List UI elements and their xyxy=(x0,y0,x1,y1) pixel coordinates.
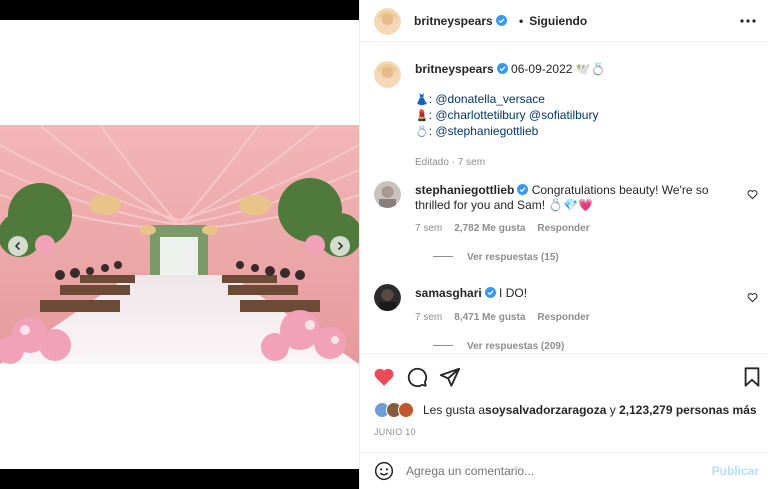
comment-actions: 7 sem 8,471 Me gusta Responder xyxy=(415,312,602,323)
post-media xyxy=(0,0,359,489)
caption-username[interactable]: britneyspears xyxy=(415,62,494,76)
commenter-username[interactable]: stephaniegottlieb xyxy=(415,183,514,197)
carousel-next-button[interactable] xyxy=(330,236,350,256)
replies-line xyxy=(433,256,453,257)
comment-input[interactable] xyxy=(406,464,686,478)
media-letterbox-bottom xyxy=(0,469,359,489)
caption-meta: Editado · 7 sem xyxy=(415,157,486,168)
dress-emoji: 👗 xyxy=(415,94,429,106)
share-icon[interactable] xyxy=(439,366,461,388)
comment-likes[interactable]: 8,471 Me gusta xyxy=(454,312,525,323)
save-icon[interactable] xyxy=(741,366,763,388)
author-username[interactable]: britneyspears xyxy=(414,14,507,28)
post-photo[interactable] xyxy=(0,125,359,364)
likes-count[interactable]: 2,123,279 personas más xyxy=(619,403,756,417)
comment-body: stephaniegottlieb Congratulations beauty… xyxy=(415,183,725,213)
caption-mention[interactable]: : @charlottetilbury @sofiatilbury xyxy=(429,108,599,122)
post-actions: Les gusta a soysalvadorzaragoza y 2,123,… xyxy=(360,353,768,489)
author-avatar[interactable] xyxy=(374,8,401,35)
caption-avatar[interactable] xyxy=(374,61,401,88)
liker-username[interactable]: soysalvadorzaragoza xyxy=(485,403,606,417)
commenter-avatar[interactable] xyxy=(374,181,401,208)
chevron-right-icon xyxy=(337,241,344,251)
carousel-prev-button[interactable] xyxy=(8,236,28,256)
comment-time[interactable]: 7 sem xyxy=(415,223,442,234)
comment-time[interactable]: 7 sem xyxy=(415,312,442,323)
ring-emoji: 💍 xyxy=(415,126,429,138)
comment-likes[interactable]: 2,782 Me gusta xyxy=(454,223,525,234)
comment-item: samasghari I DO! 7 sem 8,471 Me gusta Resp… xyxy=(374,284,764,352)
verified-icon xyxy=(495,15,507,26)
add-comment-bar: Publicar xyxy=(360,452,768,489)
publish-button[interactable]: Publicar xyxy=(712,464,759,478)
comment-body: samasghari I DO! xyxy=(415,286,725,301)
post-sidebar: britneyspears • Siguiendo britneyspears 0… xyxy=(359,0,768,489)
heart-icon[interactable] xyxy=(373,366,395,388)
more-icon[interactable] xyxy=(739,12,757,30)
post-header: britneyspears • Siguiendo xyxy=(360,0,768,42)
commenter-username[interactable]: samasghari xyxy=(415,286,482,300)
author-username-text[interactable]: britneyspears xyxy=(414,14,493,28)
smile-icon[interactable] xyxy=(374,461,394,481)
liker-avatars[interactable] xyxy=(374,402,420,418)
verified-icon xyxy=(484,287,496,298)
reply-button[interactable]: Responder xyxy=(537,312,589,323)
view-replies-button[interactable]: Ver respuestas (15) xyxy=(433,252,559,263)
comment-icon[interactable] xyxy=(406,366,428,388)
reply-button[interactable]: Responder xyxy=(537,223,589,234)
post-date[interactable]: JUNIO 10 xyxy=(374,427,416,437)
chevron-left-icon xyxy=(14,241,21,251)
caption-line: 💍: @stephaniegottlieb xyxy=(415,124,755,140)
comment-text: I DO! xyxy=(499,286,528,300)
comment-item: stephaniegottlieb Congratulations beauty… xyxy=(374,181,764,271)
view-replies-label[interactable]: Ver respuestas (209) xyxy=(467,341,564,352)
caption-body: britneyspears 06-09-2022 🕊️💍 👗: @donatel… xyxy=(415,62,755,170)
follow-label[interactable]: Siguiendo xyxy=(529,14,587,28)
liker-avatar xyxy=(398,402,414,418)
replies-line xyxy=(433,345,453,346)
media-letterbox-top xyxy=(0,0,359,20)
caption-lines: 👗: @donatella_versace 💄: @charlottetilbu… xyxy=(415,92,755,140)
separator-dot: • xyxy=(519,14,524,28)
verified-icon xyxy=(496,63,508,74)
comment-like-icon[interactable] xyxy=(747,292,758,303)
view-replies-label[interactable]: Ver respuestas (15) xyxy=(467,252,559,263)
caption-line: 👗: @donatella_versace xyxy=(415,92,755,108)
verified-icon xyxy=(517,184,529,195)
caption-line: 💄: @charlottetilbury @sofiatilbury xyxy=(415,108,755,124)
comments-scroll[interactable]: britneyspears 06-09-2022 🕊️💍 👗: @donatel… xyxy=(360,43,768,352)
view-replies-button[interactable]: Ver respuestas (209) xyxy=(433,341,564,352)
caption-mention[interactable]: : @stephaniegottlieb xyxy=(429,124,539,138)
caption-date-text: 06-09-2022 🕊️💍 xyxy=(511,62,606,76)
follow-status[interactable]: • Siguiendo xyxy=(519,14,587,28)
comment-actions: 7 sem 2,782 Me gusta Responder xyxy=(415,223,602,234)
likes-prefix: Les gusta a xyxy=(423,403,486,417)
lipstick-emoji: 💄 xyxy=(415,110,429,122)
commenter-avatar[interactable] xyxy=(374,284,401,311)
comment-like-icon[interactable] xyxy=(747,189,758,200)
caption-mention[interactable]: : @donatella_versace xyxy=(429,92,545,106)
likes-summary: Les gusta a soysalvadorzaragoza y 2,123,… xyxy=(374,402,757,418)
likes-mid: y xyxy=(606,403,620,417)
